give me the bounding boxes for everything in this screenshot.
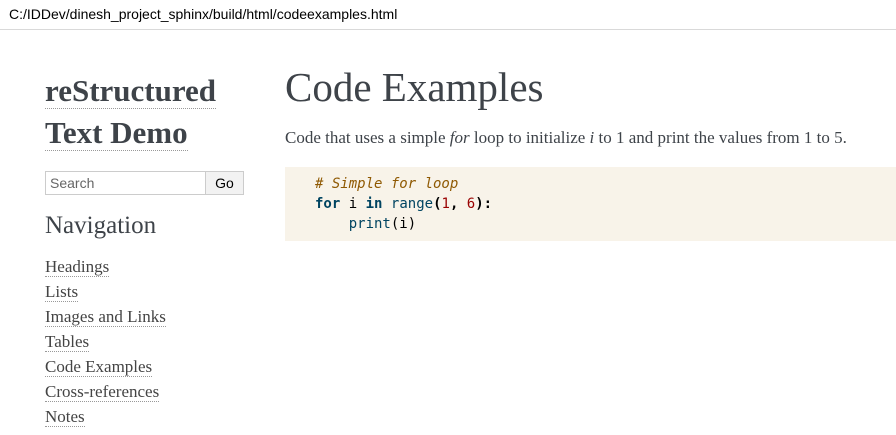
code-open-paren: ( [433, 196, 442, 212]
nav-item-headings: Headings [45, 256, 166, 281]
code-variable-i: i [348, 196, 358, 212]
code-number-6: 6 [466, 196, 476, 212]
nav-item-cross-references: Cross-references [45, 381, 166, 406]
page-title: Code Examples [285, 64, 544, 110]
navigation-heading: Navigation [45, 212, 157, 239]
code-number-1: 1 [441, 196, 450, 212]
logo-line-1[interactable]: reStructured [45, 73, 217, 109]
nav-link-tables[interactable]: Tables [45, 332, 90, 352]
address-bar[interactable]: C:/IDDev/dinesh_project_sphinx/build/htm… [0, 0, 896, 30]
intro-text-3: to 1 and print the values from 1 to 5. [594, 128, 847, 147]
code-builtin-range: range [390, 196, 434, 212]
code-print-args: (i) [390, 216, 417, 232]
search-input[interactable] [45, 171, 205, 195]
logo-line-2[interactable]: Text Demo [45, 115, 188, 151]
navigation-list: Headings Lists Images and Links Tables C… [45, 256, 166, 431]
intro-text-2: loop to initialize [469, 128, 590, 147]
nav-item-tables: Tables [45, 331, 166, 356]
nav-item-lists: Lists [45, 281, 166, 306]
code-listing[interactable]: # Simple for loop for i in range(1, 6): … [315, 174, 492, 234]
code-close-paren-colon: ): [475, 196, 493, 212]
nav-item-notes: Notes [45, 406, 166, 431]
site-logo[interactable]: reStructured Text Demo [45, 70, 217, 154]
code-call-print: print [348, 216, 391, 232]
code-keyword-for: for [315, 196, 341, 212]
nav-link-lists[interactable]: Lists [45, 282, 79, 302]
code-keyword-in: in [365, 196, 383, 212]
nav-link-code-examples[interactable]: Code Examples [45, 357, 153, 377]
nav-link-cross-references[interactable]: Cross-references [45, 382, 160, 402]
nav-item-images-and-links: Images and Links [45, 306, 166, 331]
nav-link-images-and-links[interactable]: Images and Links [45, 307, 166, 327]
intro-text-1: Code that uses a simple [285, 128, 450, 147]
search-go-button[interactable]: Go [205, 171, 244, 195]
nav-link-headings[interactable]: Headings [45, 257, 110, 277]
intro-paragraph: Code that uses a simple for loop to init… [285, 127, 847, 149]
intro-em-for: for [449, 128, 470, 147]
search-form: Go [45, 171, 244, 195]
code-comma: , [449, 196, 467, 212]
nav-item-code-examples: Code Examples [45, 356, 166, 381]
nav-link-notes[interactable]: Notes [45, 407, 85, 427]
code-block[interactable]: # Simple for loop for i in range(1, 6): … [285, 167, 896, 241]
code-comment: # Simple for loop [315, 176, 459, 192]
url-text[interactable]: C:/IDDev/dinesh_project_sphinx/build/htm… [9, 6, 397, 22]
